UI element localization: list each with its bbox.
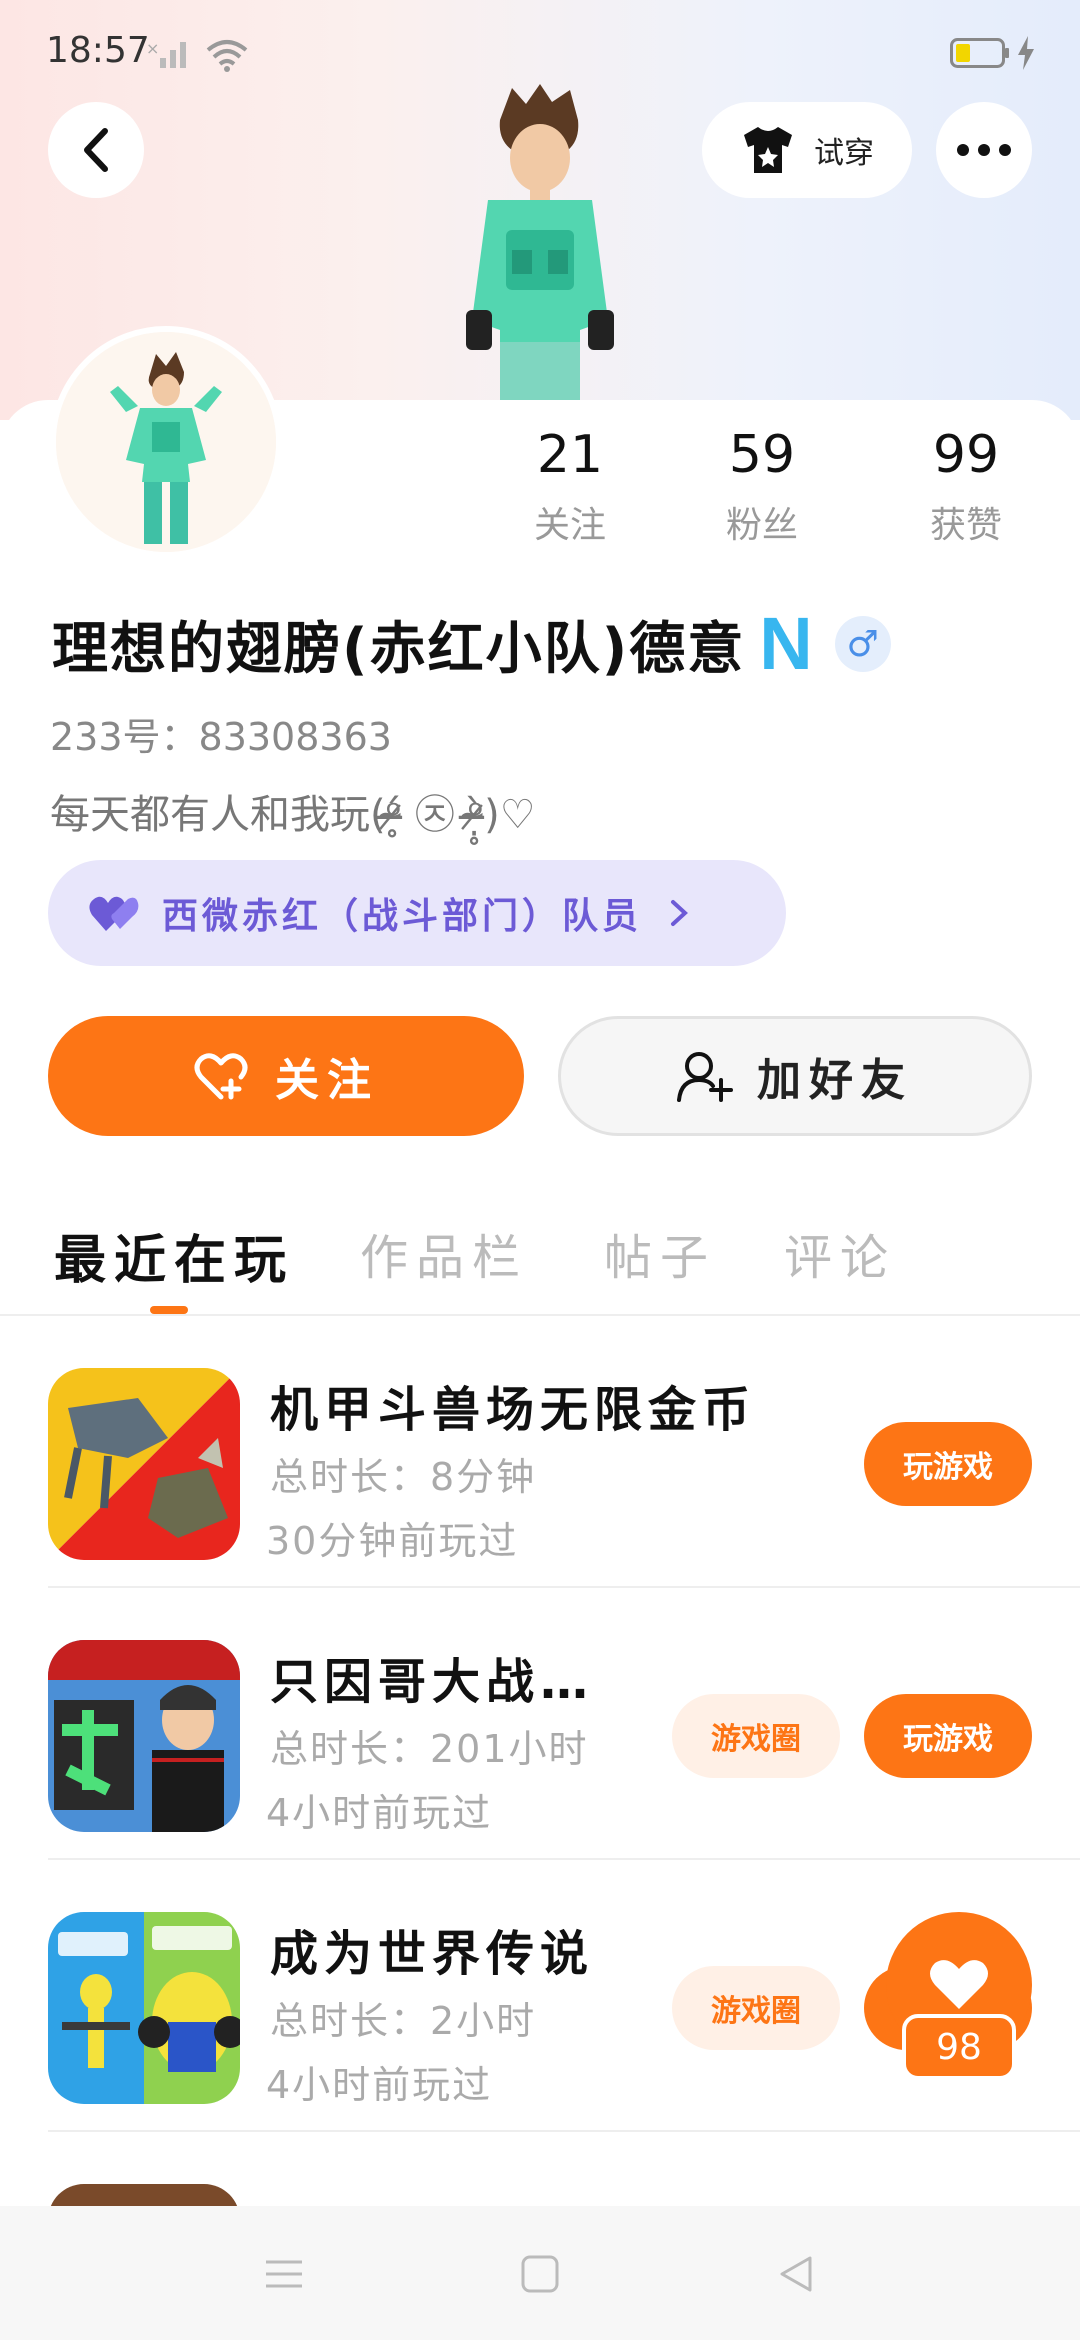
stat-label: 关注	[533, 505, 606, 546]
list-item[interactable]: 只因哥大战… 总时长：201小时 4小时前玩过 游戏圈 玩游戏	[0, 1588, 1080, 1860]
game-circle-button[interactable]: 游戏圈	[672, 1966, 840, 2050]
tab-comments[interactable]: 评论	[784, 1218, 896, 1288]
follow-button[interactable]: 关注	[48, 1016, 524, 1136]
play-game-button[interactable]: 玩游戏	[864, 1422, 1032, 1506]
follow-label: 关注	[275, 1055, 379, 1106]
team-badge[interactable]: 西微赤红（战斗部门）队员	[48, 860, 786, 966]
list-item[interactable]: 机甲斗兽场无限金币 总时长：8分钟 30分钟前玩过 玩游戏	[0, 1316, 1080, 1588]
level-badge[interactable]: N	[759, 604, 812, 684]
stat-label: 粉丝	[725, 505, 798, 546]
tab-recently-played[interactable]: 最近在玩	[54, 1218, 294, 1293]
like-floating-button[interactable]: 98	[886, 1912, 1032, 2092]
tshirt-icon	[744, 127, 792, 173]
avatar-character-figure	[466, 84, 614, 400]
game-thumbnail	[48, 1368, 240, 1560]
user-id: 233号：83308363	[50, 715, 392, 759]
stat-label: 获赞	[929, 505, 1002, 546]
chevron-right-icon	[671, 900, 688, 926]
try-on-label: 试穿	[814, 136, 874, 171]
double-heart-icon	[89, 896, 139, 931]
like-count: 98	[902, 2014, 1016, 2080]
avatar[interactable]	[50, 326, 282, 558]
game-last-played: 30分钟前玩过	[266, 1519, 519, 1563]
signal-icon: ×	[146, 39, 186, 68]
back-button[interactable]	[48, 102, 144, 198]
game-duration: 总时长：201小时	[270, 1727, 589, 1771]
add-friend-label: 加好友	[757, 1055, 913, 1106]
stat-value: 21	[536, 425, 604, 485]
game-circle-button[interactable]: 游戏圈	[672, 1694, 840, 1778]
system-nav-bar	[0, 2206, 1080, 2340]
team-label: 西微赤红（战斗部门）队员	[162, 896, 643, 937]
add-friend-button[interactable]: 加好友	[558, 1016, 1032, 1136]
stat-value: 59	[728, 425, 796, 485]
home-icon[interactable]	[518, 2252, 562, 2296]
tab-indicator	[150, 1306, 188, 1314]
stat-likes[interactable]: 99 获赞	[896, 420, 1036, 548]
wifi-icon	[206, 40, 248, 72]
svg-text:×: ×	[146, 39, 159, 58]
play-game-button[interactable]: 玩游戏	[864, 1694, 1032, 1778]
game-title: 机甲斗兽场无限金币	[270, 1382, 757, 1438]
game-thumbnail	[48, 1912, 240, 2104]
try-on-button[interactable]: 试穿	[702, 102, 912, 198]
avatar-image	[56, 332, 276, 552]
game-duration: 总时长：8分钟	[270, 1455, 537, 1499]
battery-icon	[950, 38, 1009, 68]
back-triangle-icon[interactable]	[774, 2252, 818, 2296]
profile-tabs: 最近在玩 作品栏 帖子 评论	[0, 1200, 1080, 1316]
heart-icon	[930, 1960, 988, 2009]
chevron-left-icon	[84, 128, 108, 172]
status-time: 18:57	[46, 30, 150, 71]
charging-icon	[1018, 36, 1034, 70]
menu-icon[interactable]	[262, 2252, 306, 2296]
tab-posts[interactable]: 帖子	[604, 1218, 716, 1288]
stats-row: 21 关注 59 粉丝 99 获赞	[500, 420, 1040, 560]
username-row: 理想的翅膀(赤红小队)德意 N ♂	[52, 604, 891, 684]
game-title: 只因哥大战…	[270, 1654, 595, 1710]
username: 理想的翅膀(赤红小队)德意	[52, 616, 746, 682]
stat-followers[interactable]: 59 粉丝	[692, 420, 832, 548]
game-thumbnail	[48, 1640, 240, 1832]
more-button[interactable]	[936, 102, 1032, 198]
more-dots-icon	[957, 144, 1011, 156]
tab-works[interactable]: 作品栏	[360, 1218, 528, 1288]
bio: 每天都有人和我玩(ᵒ̴̶̷̥́ ㉨ ᵒ̴̶̷̣̥̀)♡	[50, 792, 536, 838]
gender-male-icon: ♂	[834, 616, 891, 672]
heart-plus-icon	[194, 1053, 248, 1100]
game-title: 成为世界传说	[270, 1926, 595, 1982]
game-duration: 总时长：2小时	[270, 1999, 537, 2043]
game-last-played: 4小时前玩过	[266, 1791, 493, 1835]
add-user-icon	[677, 1052, 733, 1102]
game-last-played: 4小时前玩过	[266, 2063, 493, 2107]
stat-value: 99	[932, 425, 1000, 485]
stat-following[interactable]: 21 关注	[500, 420, 640, 548]
